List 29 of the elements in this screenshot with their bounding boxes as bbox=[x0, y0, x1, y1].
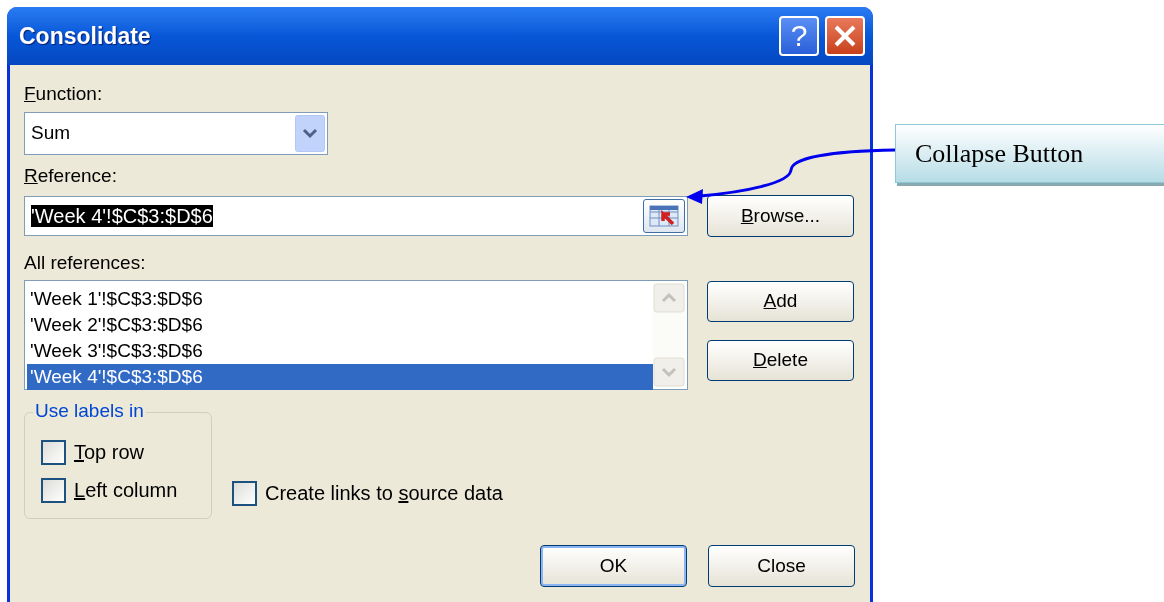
reference-list-item[interactable]: 'Week 1'!$C$3:$D$6 bbox=[27, 286, 653, 312]
function-label: Function: bbox=[24, 83, 104, 105]
dialog-button[interactable]: OK bbox=[540, 545, 687, 587]
collapse-dialog-icon bbox=[649, 204, 679, 228]
reference-value: 'Week 4'!$C$3:$D$6 bbox=[31, 205, 213, 227]
checkbox-label: Left column bbox=[74, 479, 178, 501]
close-icon bbox=[833, 24, 857, 48]
list-action-button[interactable]: Delete bbox=[707, 340, 854, 381]
reference-list-item[interactable]: 'Week 3'!$C$3:$D$6 bbox=[27, 338, 653, 364]
chevron-down-icon bbox=[295, 115, 325, 152]
callout-text: Collapse Button bbox=[915, 138, 1084, 170]
checkbox-label: Create links to source data bbox=[265, 482, 503, 504]
reference-field[interactable]: 'Week 4'!$C$3:$D$6 bbox=[24, 196, 688, 236]
list-action-button[interactable]: Add bbox=[707, 281, 854, 322]
browse-button[interactable]: Browse... bbox=[707, 195, 854, 237]
checkbox[interactable] bbox=[41, 477, 66, 503]
close-button[interactable] bbox=[825, 16, 865, 56]
checkbox[interactable] bbox=[41, 439, 66, 465]
help-button[interactable]: ? bbox=[779, 16, 819, 56]
checkbox-label: Top row bbox=[74, 441, 145, 463]
reference-label: Reference: bbox=[24, 165, 118, 187]
reference-list-item[interactable]: 'Week 4'!$C$3:$D$6 bbox=[27, 364, 653, 390]
dialog-button[interactable]: Close bbox=[708, 545, 855, 587]
all-references-label: All references: bbox=[24, 252, 147, 274]
collapse-button[interactable] bbox=[643, 199, 685, 233]
window-title: Consolidate bbox=[19, 21, 152, 51]
function-dropdown[interactable]: Sum bbox=[24, 112, 328, 155]
checkbox[interactable] bbox=[232, 480, 257, 506]
reference-list-item[interactable]: 'Week 2'!$C$3:$D$6 bbox=[27, 312, 653, 338]
